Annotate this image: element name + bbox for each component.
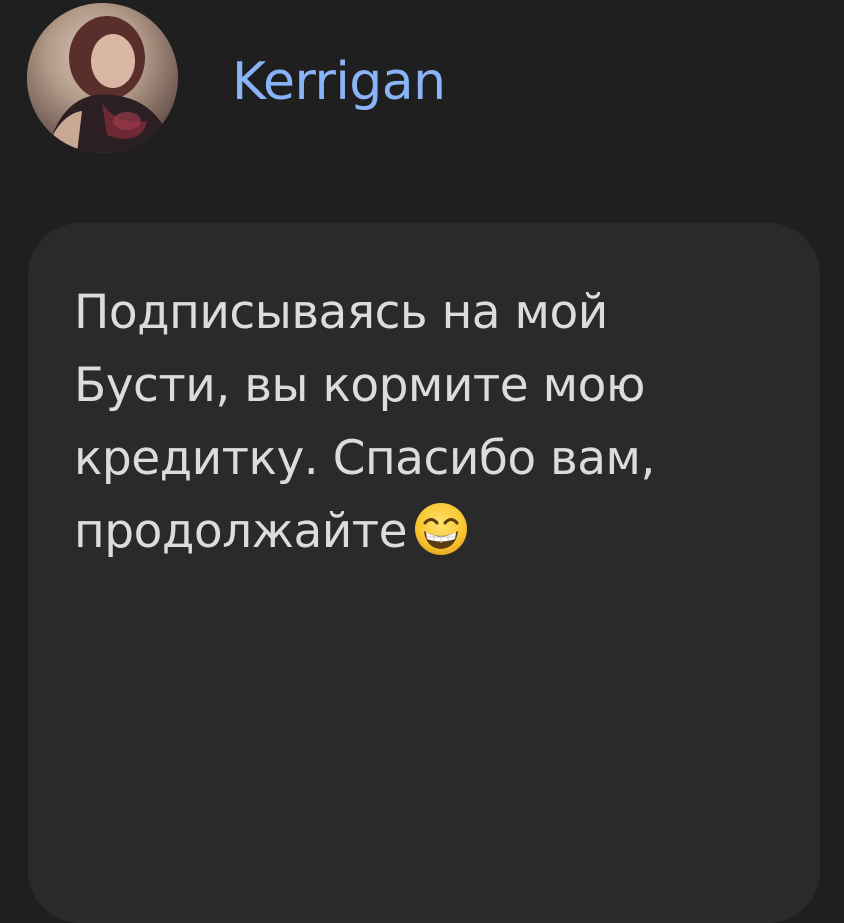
grinning-face-emoji-icon <box>413 501 469 557</box>
avatar-photo-icon <box>27 3 178 153</box>
author-name[interactable]: Kerrigan <box>232 52 446 112</box>
post-header: Kerrigan <box>0 0 844 200</box>
author-avatar[interactable] <box>27 3 178 153</box>
message-text: Подписываясь на мой Бусти, вы кормите мо… <box>74 285 655 559</box>
message-text-block: Подписываясь на мой Бусти, вы кормите мо… <box>74 276 714 568</box>
